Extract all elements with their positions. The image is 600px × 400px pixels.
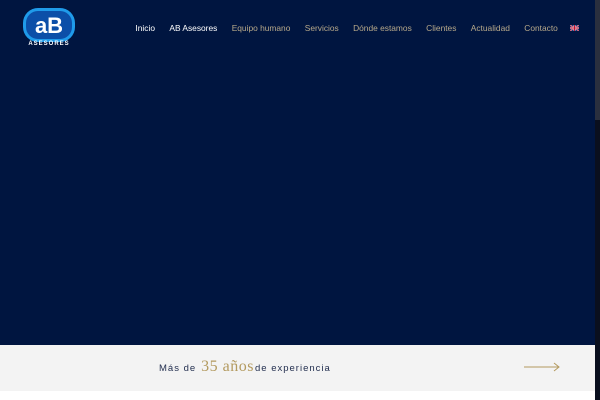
experience-text: Más de 35 años de experiencia	[159, 358, 331, 376]
nav-item-equipo-humano[interactable]: Equipo humano	[225, 22, 298, 34]
svg-text:aB: aB	[35, 13, 63, 38]
page-scrollbar[interactable]	[595, 0, 600, 400]
scrollbar-thumb[interactable]	[595, 0, 600, 120]
nav-item-donde-estamos[interactable]: Dónde estamos	[346, 22, 419, 34]
experience-suffix: de experiencia	[254, 363, 331, 374]
nav-item-inicio[interactable]: Inicio	[128, 22, 162, 34]
nav-item-actualidad[interactable]: Actualidad	[464, 22, 518, 34]
arrow-right-icon[interactable]	[523, 361, 561, 373]
experience-years: 35 años	[201, 358, 254, 375]
main-nav: Inicio AB Asesores Equipo humano Servici…	[128, 22, 579, 34]
experience-prefix: Más de	[159, 363, 197, 374]
nav-item-clientes[interactable]: Clientes	[419, 22, 464, 34]
nav-item-contacto[interactable]: Contacto	[517, 22, 565, 34]
page: aB ASESORES Inicio AB Asesores Equipo hu…	[0, 0, 600, 400]
nav-item-servicios[interactable]: Servicios	[298, 22, 346, 34]
site-header: aB ASESORES Inicio AB Asesores Equipo hu…	[0, 0, 595, 56]
nav-item-ab-asesores[interactable]: AB Asesores	[162, 22, 224, 34]
uk-flag-icon[interactable]	[570, 25, 579, 31]
logo-subtitle: ASESORES	[28, 41, 70, 47]
